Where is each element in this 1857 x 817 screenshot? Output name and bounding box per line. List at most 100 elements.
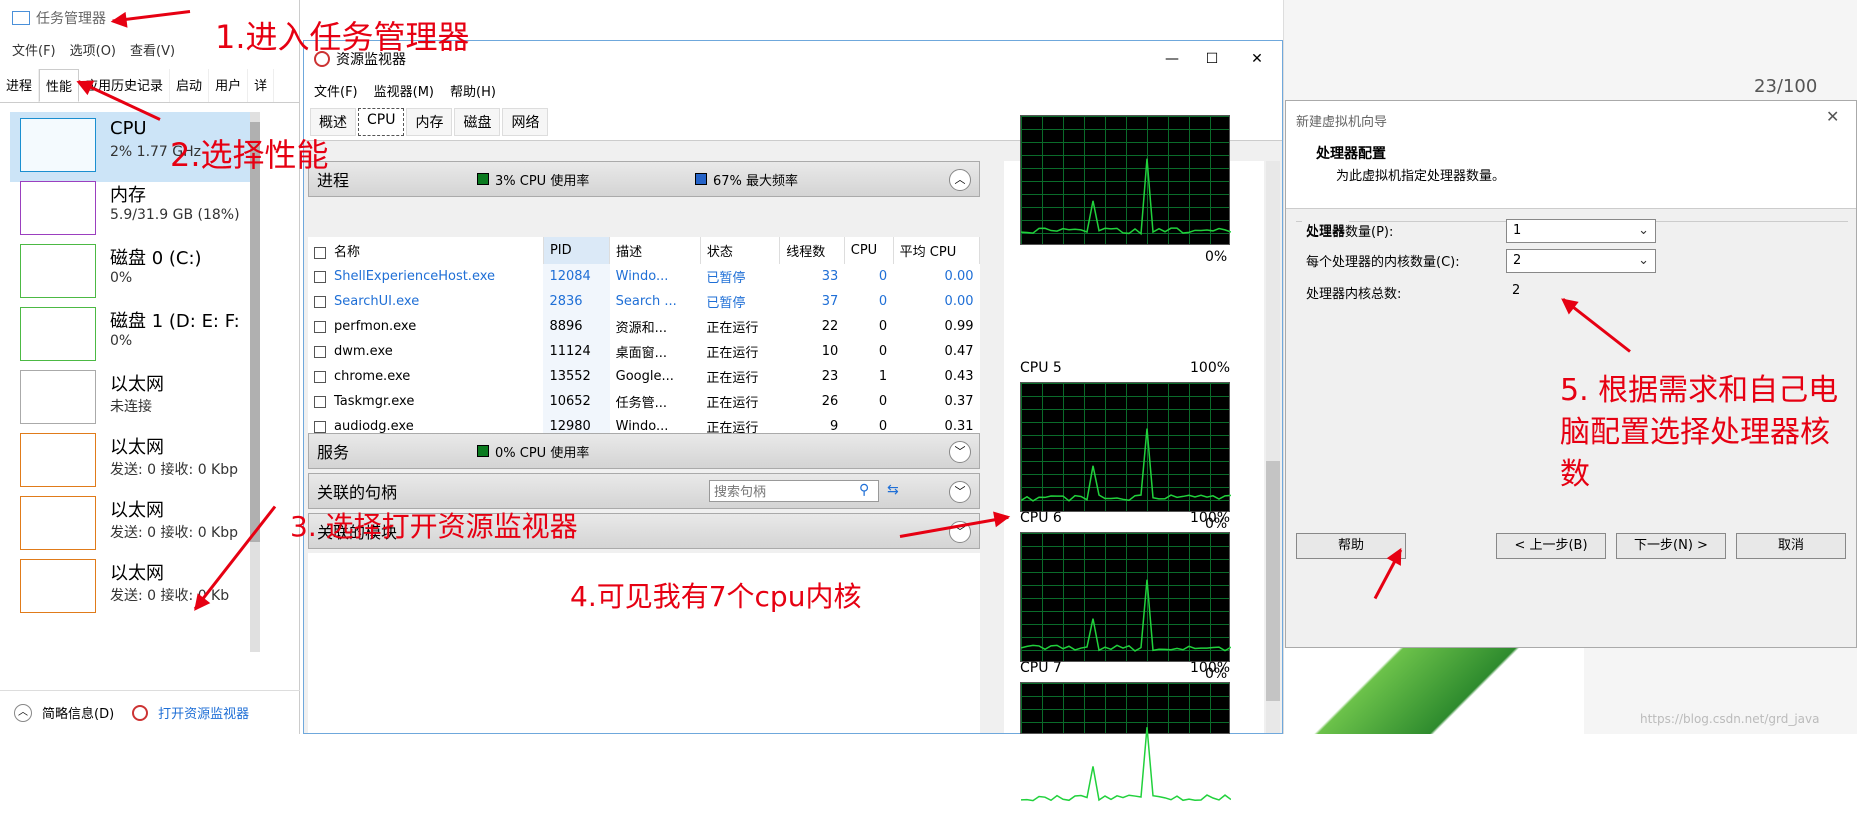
chevron-down-icon[interactable]: ﹀ bbox=[949, 441, 971, 463]
close-icon[interactable]: ✕ bbox=[1826, 107, 1839, 126]
rm-tab-memory[interactable]: 内存 bbox=[406, 108, 452, 136]
wizard-title: 新建虚拟机向导 bbox=[1296, 111, 1387, 130]
cpu-graph-max: 100% bbox=[1190, 660, 1230, 676]
process-name: ShellExperienceHost.exe bbox=[334, 269, 495, 284]
table-cell-name: Taskmgr.exe bbox=[308, 389, 543, 414]
column-header[interactable]: 描述 bbox=[610, 237, 701, 264]
column-header-label: 名称 bbox=[334, 245, 360, 260]
process-name: chrome.exe bbox=[334, 369, 410, 384]
maximize-icon[interactable]: ☐ bbox=[1192, 51, 1232, 67]
column-header[interactable]: 线程数 bbox=[780, 237, 845, 264]
tab-processes[interactable]: 进程 bbox=[0, 69, 39, 102]
perf-thumbnail bbox=[20, 181, 96, 235]
chevron-down-icon: ⌄ bbox=[1638, 250, 1649, 272]
table-row[interactable]: ShellExperienceHost.exe 12084 Windo... 已暂停 3… bbox=[308, 264, 980, 289]
column-header[interactable]: 平均 CPU bbox=[893, 237, 979, 264]
table-row[interactable]: chrome.exe 13552 Google... 正在运行 23 1 0.43 bbox=[308, 364, 980, 389]
chevron-down-icon[interactable]: ﹀ bbox=[949, 481, 971, 503]
table-cell-status: 已暂停 bbox=[700, 264, 779, 289]
table-cell-desc: 资源和... bbox=[610, 314, 701, 339]
proc-count-select[interactable]: 1 ⌄ bbox=[1506, 219, 1656, 243]
rm-tab-disk[interactable]: 磁盘 bbox=[454, 108, 500, 136]
perf-item[interactable]: 磁盘 1 (D: E: F: 0% bbox=[10, 301, 260, 371]
graph-scrollbar[interactable] bbox=[1266, 161, 1280, 733]
perf-item-name: 以太网 bbox=[110, 559, 164, 585]
total-cores-label: 处理器内核总数: bbox=[1306, 283, 1401, 302]
tm-menu-options[interactable]: 选项(O) bbox=[70, 40, 116, 59]
table-cell-cpu: 1 bbox=[844, 364, 893, 389]
wizard-header: 新建虚拟机向导 ✕ 处理器配置 为此虚拟机指定处理器数量。 bbox=[1286, 101, 1856, 209]
rm-menu-monitor[interactable]: 监视器(M) bbox=[374, 81, 434, 100]
row-checkbox[interactable] bbox=[314, 271, 326, 283]
proc-count-value: 1 bbox=[1513, 223, 1521, 238]
rm-tab-network[interactable]: 网络 bbox=[502, 108, 548, 136]
column-header[interactable]: CPU bbox=[844, 237, 893, 264]
perf-thumbnail bbox=[20, 559, 96, 613]
perf-item[interactable]: 内存 5.9/31.9 GB (18%) bbox=[10, 175, 260, 245]
tm-menu-file[interactable]: 文件(F) bbox=[12, 40, 56, 59]
chevron-up-icon[interactable]: ︿ bbox=[14, 704, 32, 722]
wizard-subheading: 为此虚拟机指定处理器数量。 bbox=[1336, 165, 1505, 184]
resource-monitor-icon bbox=[132, 705, 148, 721]
column-header[interactable]: 状态 bbox=[700, 237, 779, 264]
minimize-icon[interactable]: — bbox=[1152, 51, 1192, 67]
tab-startup[interactable]: 启动 bbox=[170, 69, 209, 102]
row-checkbox[interactable] bbox=[314, 371, 326, 383]
perf-thumbnail bbox=[20, 307, 96, 361]
row-checkbox[interactable] bbox=[314, 296, 326, 308]
row-checkbox[interactable] bbox=[314, 396, 326, 408]
column-header[interactable]: 名称 bbox=[308, 237, 543, 264]
cpu-graph bbox=[1020, 532, 1230, 662]
perf-thumbnail bbox=[20, 370, 96, 424]
row-checkbox[interactable] bbox=[314, 321, 326, 333]
perf-item[interactable]: 以太网 发送: 0 接收: 0 Kbp bbox=[10, 427, 260, 497]
rm-menu-file[interactable]: 文件(F) bbox=[314, 81, 358, 100]
tab-details[interactable]: 详 bbox=[248, 69, 274, 102]
cores-select[interactable]: 2 ⌄ bbox=[1506, 249, 1656, 273]
table-cell-cpu: 0 bbox=[844, 339, 893, 364]
table-cell-avg: 0.43 bbox=[893, 364, 979, 389]
brief-info-link[interactable]: 简略信息(D) bbox=[42, 703, 114, 722]
perf-item-name: 磁盘 1 (D: E: F: bbox=[110, 307, 240, 333]
perf-item[interactable]: 以太网 发送: 0 接收: 0 Kb bbox=[10, 553, 260, 623]
open-resource-monitor-link[interactable]: 打开资源监视器 bbox=[158, 703, 249, 722]
handles-title: 关联的句柄 bbox=[317, 479, 397, 503]
rm-menu-help[interactable]: 帮助(H) bbox=[450, 81, 496, 100]
max-freq-legend-icon bbox=[695, 173, 707, 185]
table-row[interactable]: perfmon.exe 8896 资源和... 正在运行 22 0 0.99 bbox=[308, 314, 980, 339]
table-row[interactable]: SearchUI.exe 2836 Search ... 已暂停 37 0 0.00 bbox=[308, 289, 980, 314]
perf-item[interactable]: 以太网 发送: 0 接收: 0 Kbp bbox=[10, 490, 260, 560]
column-header[interactable]: PID bbox=[543, 237, 609, 264]
table-cell-name: dwm.exe bbox=[308, 339, 543, 364]
tm-menu-view[interactable]: 查看(V) bbox=[130, 40, 175, 59]
next-button[interactable]: 下一步(N) > bbox=[1616, 533, 1726, 559]
cpu-graph-max: 100% bbox=[1190, 360, 1230, 376]
close-icon[interactable]: ✕ bbox=[1232, 51, 1282, 67]
table-row[interactable]: dwm.exe 11124 桌面窗... 正在运行 10 0 0.47 bbox=[308, 339, 980, 364]
cancel-button[interactable]: 取消 bbox=[1736, 533, 1846, 559]
row-checkbox[interactable] bbox=[314, 346, 326, 358]
table-cell-avg: 0.00 bbox=[893, 289, 979, 314]
chevron-up-icon[interactable]: ︿ bbox=[949, 169, 971, 191]
select-all-checkbox[interactable] bbox=[314, 247, 326, 259]
rm-tab-cpu[interactable]: CPU bbox=[358, 108, 404, 136]
left-pane-scrollbar[interactable] bbox=[984, 161, 998, 733]
handles-section-header[interactable]: 关联的句柄 ⚲ ⇆ ﹀ bbox=[308, 473, 980, 509]
process-section-header[interactable]: 进程 3% CPU 使用率 67% 最大频率 ︿ bbox=[308, 161, 980, 197]
table-cell-name: SearchUI.exe bbox=[308, 289, 543, 314]
search-icon[interactable]: ⚲ bbox=[859, 482, 869, 498]
handles-search-input[interactable] bbox=[709, 480, 879, 502]
table-row[interactable]: Taskmgr.exe 10652 任务管... 正在运行 26 0 0.37 bbox=[308, 389, 980, 414]
tab-users[interactable]: 用户 bbox=[209, 69, 248, 102]
table-cell-desc: Search ... bbox=[610, 289, 701, 314]
services-section-header[interactable]: 服务 0% CPU 使用率 ﹀ bbox=[308, 433, 980, 469]
table-cell-desc: 任务管... bbox=[610, 389, 701, 414]
perf-scrollbar[interactable] bbox=[250, 112, 260, 652]
refresh-icon[interactable]: ⇆ bbox=[887, 482, 899, 498]
table-cell-pid: 11124 bbox=[543, 339, 609, 364]
cores-value: 2 bbox=[1513, 253, 1521, 268]
perf-item[interactable]: 磁盘 0 (C:) 0% bbox=[10, 238, 260, 308]
row-checkbox[interactable] bbox=[314, 421, 326, 433]
perf-item[interactable]: 以太网 未连接 bbox=[10, 364, 260, 434]
back-button[interactable]: < 上一步(B) bbox=[1496, 533, 1606, 559]
